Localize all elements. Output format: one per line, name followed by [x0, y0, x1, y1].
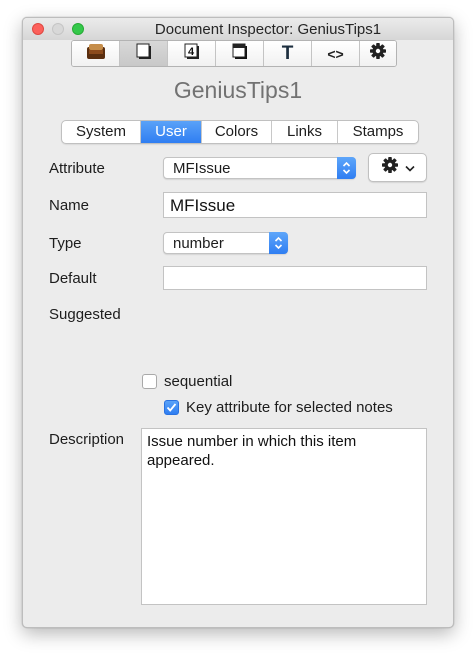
toolbar-page-button[interactable] — [120, 41, 168, 66]
attribute-popup[interactable]: MFIssue — [163, 157, 356, 179]
inspector-toolbar: 4 T <> — [71, 40, 397, 67]
chevron-down-icon — [404, 159, 415, 177]
page-icon — [135, 42, 153, 65]
suggested-label: Suggested — [49, 306, 121, 323]
key-attribute-label: Key attribute for selected notes — [186, 399, 393, 416]
tab-system[interactable]: System — [62, 121, 141, 143]
attribute-actions-button[interactable] — [368, 153, 427, 182]
tab-colors[interactable]: Colors — [202, 121, 272, 143]
document-name: GeniusTips1 — [173, 77, 303, 103]
svg-text:4: 4 — [187, 46, 194, 58]
window-title: Document Inspector: GeniusTips1 — [154, 21, 382, 38]
checkmark-icon — [166, 403, 177, 412]
popup-arrows-icon — [269, 232, 288, 254]
toolbar-code-button[interactable]: <> — [312, 41, 360, 66]
toolbar-text-button[interactable]: T — [264, 41, 312, 66]
key-attribute-checkbox[interactable] — [164, 400, 179, 415]
name-field[interactable]: MFIssue — [163, 192, 427, 218]
minimize-button[interactable] — [52, 23, 64, 35]
attribute-label: Attribute — [49, 160, 105, 177]
title-bar[interactable]: Document Inspector: GeniusTips1 — [23, 18, 453, 40]
tab-user[interactable]: User — [141, 121, 202, 143]
shadow-page-icon — [231, 42, 249, 65]
close-button[interactable] — [32, 23, 44, 35]
default-label: Default — [49, 270, 97, 287]
toolbar-document-button[interactable] — [72, 41, 120, 66]
gear-icon — [369, 42, 387, 65]
name-label: Name — [49, 197, 90, 214]
gear-icon — [381, 156, 399, 179]
document-inspector-window: Document Inspector: GeniusTips1 4 T <> G… — [22, 17, 454, 628]
toolbar-shadow-button[interactable] — [216, 41, 264, 66]
tab-stamps[interactable]: Stamps — [338, 121, 418, 143]
toolbar-gear-button[interactable] — [360, 41, 396, 66]
code-icon: <> — [327, 45, 344, 62]
attribute-value: MFIssue — [173, 160, 231, 177]
description-label: Description — [49, 431, 125, 448]
document-icon — [85, 42, 107, 65]
description-textarea[interactable]: Issue number in which this item appeared… — [141, 428, 427, 605]
sequential-checkbox[interactable] — [142, 374, 157, 389]
sequential-label: sequential — [164, 373, 233, 390]
type-label: Type — [49, 235, 82, 252]
toolbar-four-button[interactable]: 4 — [168, 41, 216, 66]
zoom-button[interactable] — [72, 23, 84, 35]
type-value: number — [173, 235, 224, 252]
inspector-tabs: System User Colors Links Stamps — [61, 120, 419, 144]
text-icon: T — [281, 42, 294, 64]
type-popup[interactable]: number — [163, 232, 288, 254]
four-icon: 4 — [183, 42, 201, 65]
default-field[interactable] — [163, 266, 427, 290]
tab-links[interactable]: Links — [272, 121, 338, 143]
popup-arrows-icon — [337, 157, 356, 179]
